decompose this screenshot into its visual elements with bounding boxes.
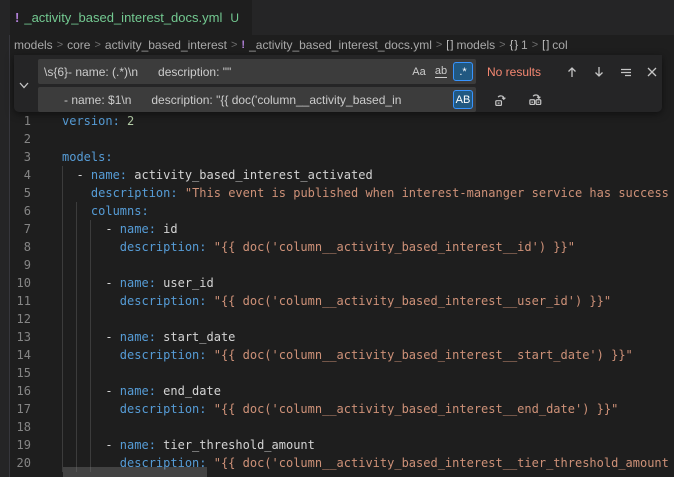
code-line[interactable]: 12 xyxy=(0,310,674,328)
editor-content[interactable]: 1version: 223models:4 - name: activity_b… xyxy=(0,112,674,477)
whole-word-toggle[interactable]: ab xyxy=(431,62,451,81)
code-line[interactable]: 17 description: "{{ doc('column__activit… xyxy=(0,400,674,418)
breadcrumb-label: models xyxy=(14,38,53,52)
code-text: - name: start_date xyxy=(62,328,235,346)
tab-activity-based-interest-docs[interactable]: ! _activity_based_interest_docs.yml U xyxy=(10,0,253,35)
breadcrumb-item-1[interactable]: { } 1 xyxy=(510,38,528,52)
breadcrumb-item-_activity_based_interest_docs.yml[interactable]: ! _activity_based_interest_docs.yml xyxy=(241,38,431,52)
breadcrumb-item-models[interactable]: [ ] models xyxy=(446,38,495,52)
array-symbol-icon: [ ] xyxy=(446,39,452,51)
code-line[interactable]: 13 - name: start_date xyxy=(0,328,674,346)
code-line[interactable]: 18 xyxy=(0,418,674,436)
code-line[interactable]: 7 - name: id xyxy=(0,220,674,238)
breadcrumb-label: core xyxy=(67,38,90,52)
find-results-status: No results xyxy=(487,65,541,79)
code-line[interactable]: 6 columns: xyxy=(0,202,674,220)
code-line[interactable]: 8 description: "{{ doc('column__activity… xyxy=(0,238,674,256)
find-input-box: Aa ab .* xyxy=(38,59,476,84)
yaml-symbol-icon: ! xyxy=(241,39,245,51)
breadcrumb-label: models xyxy=(456,38,495,52)
code-line[interactable]: 2 xyxy=(0,130,674,148)
code-text: description: "{{ doc('column__activity_b… xyxy=(62,238,575,256)
replace-all-button[interactable] xyxy=(525,90,545,110)
code-line[interactable]: 14 description: "{{ doc('column__activit… xyxy=(0,346,674,364)
object-symbol-icon: { } xyxy=(510,39,517,51)
git-untracked-badge: U xyxy=(230,11,239,25)
next-match-button[interactable] xyxy=(589,62,609,82)
breadcrumb-item-models[interactable]: models xyxy=(14,38,53,52)
find-in-selection-button[interactable] xyxy=(616,62,636,82)
code-line[interactable]: 4 - name: activity_based_interest_activa… xyxy=(0,166,674,184)
code-line[interactable]: 11 description: "{{ doc('column__activit… xyxy=(0,292,674,310)
breadcrumb-separator: > xyxy=(499,39,505,51)
code-text: - name: end_date xyxy=(62,382,221,400)
breadcrumb-label: activity_based_interest xyxy=(105,38,227,52)
vscode-window: ! _activity_based_interest_docs.yml U mo… xyxy=(0,0,674,477)
breadcrumb-separator: > xyxy=(57,39,63,51)
code-line[interactable]: 9 xyxy=(0,256,674,274)
code-line[interactable]: 3models: xyxy=(0,148,674,166)
code-text: version: 2 xyxy=(62,112,134,130)
tab-bar: ! _activity_based_interest_docs.yml U xyxy=(0,0,674,35)
regex-toggle[interactable]: .* xyxy=(453,62,473,81)
yaml-file-icon: ! xyxy=(15,10,19,25)
code-text: - name: activity_based_interest_activate… xyxy=(62,166,373,184)
breadcrumb-label: _activity_based_interest_docs.yml xyxy=(249,38,432,52)
array-symbol-icon: [ ] xyxy=(542,39,548,51)
close-find-widget-button[interactable] xyxy=(642,62,662,82)
breadcrumb-label: 1 xyxy=(521,38,528,52)
code-line[interactable]: 15 xyxy=(0,364,674,382)
breadcrumb-item-col[interactable]: [ ] col xyxy=(542,38,568,52)
code-text: description: "{{ doc('column__activity_b… xyxy=(62,292,611,310)
breadcrumb-label: col xyxy=(552,38,567,52)
code-line[interactable]: 10 - name: user_id xyxy=(0,274,674,292)
code-line[interactable]: 1version: 2 xyxy=(0,112,674,130)
breadcrumb-item-activity_based_interest[interactable]: activity_based_interest xyxy=(105,38,227,52)
code-text: description: "{{ doc('column__activity_b… xyxy=(62,346,633,364)
find-options: Aa ab .* xyxy=(409,62,473,81)
breadcrumb-separator: > xyxy=(436,39,442,51)
breadcrumb-separator: > xyxy=(231,39,237,51)
horizontal-scrollbar-thumb[interactable] xyxy=(63,467,207,477)
match-case-toggle[interactable]: Aa xyxy=(409,62,429,81)
code-text: columns: xyxy=(62,202,149,220)
sidebar-edge xyxy=(0,35,10,477)
replace-button[interactable] xyxy=(490,90,510,110)
replace-input[interactable] xyxy=(38,87,476,112)
previous-match-button[interactable] xyxy=(562,62,582,82)
breadcrumb-separator: > xyxy=(94,39,100,51)
code-text: description: "{{ doc('column__activity_b… xyxy=(62,400,618,418)
code-text: - name: id xyxy=(62,220,178,238)
replace-input-box: AB xyxy=(38,87,476,112)
code-line[interactable]: 19 - name: tier_threshold_amount xyxy=(0,436,674,454)
code-line[interactable]: 5 description: "This event is published … xyxy=(0,184,674,202)
find-replace-widget: Aa ab .* No results AB xyxy=(14,55,662,112)
replace-options: AB xyxy=(453,90,473,109)
code-text: description: "This event is published wh… xyxy=(62,184,669,202)
code-text: - name: user_id xyxy=(62,274,214,292)
breadcrumb-separator: > xyxy=(532,39,538,51)
code-text: - name: tier_threshold_amount xyxy=(62,436,315,454)
breadcrumb: models > core > activity_based_interest >! _ac… xyxy=(10,35,674,55)
toggle-replace-chevron-icon[interactable] xyxy=(16,77,32,93)
code-text: models: xyxy=(62,148,113,166)
breadcrumb-item-core[interactable]: core xyxy=(67,38,90,52)
preserve-case-toggle[interactable]: AB xyxy=(453,90,473,109)
code-line[interactable]: 16 - name: end_date xyxy=(0,382,674,400)
tab-filename: _activity_based_interest_docs.yml xyxy=(24,10,222,25)
